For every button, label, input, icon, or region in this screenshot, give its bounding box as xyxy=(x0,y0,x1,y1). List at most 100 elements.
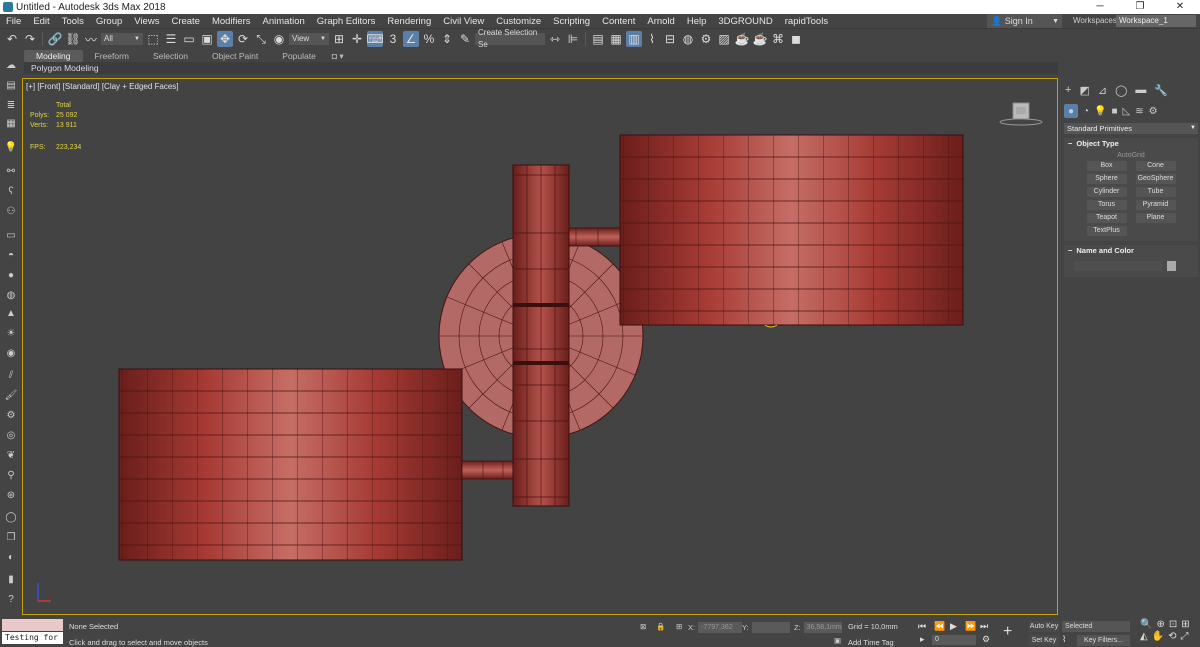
motion-tab-icon[interactable]: ◯ xyxy=(1115,84,1127,97)
key-mode-dropdown[interactable]: Selected xyxy=(1062,621,1130,632)
list-icon[interactable]: ≣ xyxy=(4,98,18,112)
absolute-mode-icon[interactable]: ⊞ xyxy=(676,622,682,631)
primitive-category-dropdown[interactable]: Standard Primitives ▼ xyxy=(1064,123,1198,134)
render-sphere-icon[interactable]: ◐ xyxy=(4,550,18,564)
auto-key-button[interactable]: Auto Key xyxy=(1029,621,1059,632)
sun-light-icon[interactable]: ☀ xyxy=(4,326,18,340)
cone-object-icon[interactable]: ▲ xyxy=(4,306,18,320)
curve-editor-icon[interactable]: ⌇ xyxy=(644,31,660,47)
menu-customize[interactable]: Customize xyxy=(490,16,547,27)
cone-button[interactable]: Cone xyxy=(1135,161,1176,171)
box-button[interactable]: Box xyxy=(1086,161,1127,171)
menu-content[interactable]: Content xyxy=(596,16,641,27)
autogrid-checkbox[interactable]: AutoGrid xyxy=(1064,150,1198,161)
pan-icon[interactable]: ✋ xyxy=(1152,631,1164,642)
systems-category-icon[interactable]: ⚙ xyxy=(1149,106,1158,117)
group-icon[interactable]: ⚇ xyxy=(4,204,18,218)
set-key-icon[interactable]: + xyxy=(1003,623,1012,641)
named-selection-set-dropdown[interactable]: Create Selection Se xyxy=(475,28,545,49)
torus-object-icon[interactable]: ◍ xyxy=(4,288,18,302)
percent-snap-icon[interactable]: % xyxy=(421,31,437,47)
keyboard-shortcut-override-icon[interactable]: ⌨ xyxy=(366,31,384,47)
ear-icon[interactable]: ʕ xyxy=(4,184,18,198)
lights-category-icon[interactable]: 💡 xyxy=(1094,106,1106,117)
hierarchy-tab-icon[interactable]: ⊿ xyxy=(1098,84,1107,97)
unlink-icon[interactable]: ⛓ xyxy=(65,31,81,47)
select-scale-icon[interactable]: ⤡ xyxy=(253,31,269,47)
brush-icon[interactable]: 🖌 xyxy=(4,388,18,402)
copy-icon[interactable]: ❐ xyxy=(4,530,18,544)
menu-group[interactable]: Group xyxy=(90,16,128,27)
object-type-header[interactable]: − Object Type xyxy=(1064,138,1198,150)
cylinder-button[interactable]: Cylinder xyxy=(1086,187,1127,197)
viewport-front[interactable]: [+] [Front] [Standard] [Clay + Edged Fac… xyxy=(22,78,1058,615)
play-icon[interactable]: ▶ xyxy=(950,621,957,632)
create-tab-icon[interactable]: + xyxy=(1065,84,1071,96)
menu-graph-editors[interactable]: Graph Editors xyxy=(311,16,382,27)
tab-selection[interactable]: Selection xyxy=(141,50,200,62)
modify-tab-icon[interactable]: ◩ xyxy=(1079,84,1089,97)
select-place-icon[interactable]: ◉ xyxy=(271,31,287,47)
maxscript-listener-output[interactable] xyxy=(2,619,63,631)
tab-freeform[interactable]: Freeform xyxy=(83,50,141,62)
pyramid-button[interactable]: Pyramid xyxy=(1135,200,1176,210)
fill-icon[interactable]: ▮ xyxy=(4,572,18,586)
target-icon[interactable]: ◉ xyxy=(4,346,18,360)
render-activeshade-icon[interactable]: ⌘ xyxy=(770,31,786,47)
select-object-icon[interactable]: ⬚ xyxy=(145,31,161,47)
pivot-center-icon[interactable]: ⊞ xyxy=(331,31,347,47)
viewport-label[interactable]: [+] [Front] [Standard] [Clay + Edged Fac… xyxy=(26,82,179,91)
object-name-field[interactable] xyxy=(1074,261,1162,271)
menu-rendering[interactable]: Rendering xyxy=(381,16,437,27)
time-config-icon[interactable]: ⚙ xyxy=(982,634,990,645)
default-in-out-tangent-icon[interactable]: ⌇ xyxy=(1062,634,1066,645)
scene-explorer-icon[interactable]: ▤ xyxy=(590,31,606,47)
cameras-category-icon[interactable]: ■ xyxy=(1112,106,1118,117)
key-mode-icon[interactable]: ▸ xyxy=(920,634,925,645)
plane-button[interactable]: Plane xyxy=(1135,213,1176,223)
go-to-start-icon[interactable]: ⏮ xyxy=(918,621,926,632)
new-scene-icon[interactable]: ▤ xyxy=(4,78,18,92)
object-color-swatch[interactable] xyxy=(1167,261,1176,271)
menu-animation[interactable]: Animation xyxy=(257,16,311,27)
sign-in-dropdown[interactable]: 👤 Sign In ▼ xyxy=(987,14,1062,28)
material-ball-icon[interactable]: ◯ xyxy=(4,510,18,524)
schematic-view-icon[interactable]: ⊟ xyxy=(662,31,678,47)
menu-arnold[interactable]: Arnold xyxy=(641,16,680,27)
stairs-icon[interactable]: ⫽ xyxy=(4,368,18,382)
redo-icon[interactable]: ↷ xyxy=(22,31,38,47)
cylinder-left[interactable] xyxy=(118,368,463,561)
sphere-object-icon[interactable]: ● xyxy=(4,268,18,282)
menu-tools[interactable]: Tools xyxy=(56,16,90,27)
plane-object-icon[interactable]: ▭ xyxy=(4,228,18,242)
geosphere-button[interactable]: GeoSphere xyxy=(1135,174,1176,184)
shapes-category-icon[interactable]: ◔ xyxy=(1083,106,1089,117)
rendered-frame-window-icon[interactable]: ▨ xyxy=(716,31,732,47)
orbit-icon[interactable]: ⟲ xyxy=(1168,631,1176,642)
menu-help[interactable]: Help xyxy=(681,16,713,27)
material-editor-icon[interactable]: ◍ xyxy=(680,31,696,47)
render-setup-icon[interactable]: ⚙ xyxy=(698,31,714,47)
undo-icon[interactable]: ↶ xyxy=(4,31,20,47)
helpers-category-icon[interactable]: ◺ xyxy=(1123,106,1131,117)
menu-civil-view[interactable]: Civil View xyxy=(437,16,490,27)
ribbon-panel-polygon-modeling[interactable]: Polygon Modeling xyxy=(24,62,1058,74)
vertical-pole[interactable] xyxy=(512,164,570,507)
zoom-icon[interactable]: 🔍 xyxy=(1140,619,1152,630)
tab-modeling[interactable]: Modeling xyxy=(24,50,83,62)
menu-3dground[interactable]: 3DGROUND xyxy=(712,16,778,27)
y-field[interactable] xyxy=(751,622,790,633)
textplus-button[interactable]: TextPlus xyxy=(1086,226,1127,236)
cylinder-right[interactable] xyxy=(619,134,964,326)
cloud-icon[interactable]: ☁ xyxy=(4,58,18,72)
ribbon-options-icon[interactable]: ◘ ▾ xyxy=(328,50,348,62)
current-frame-field[interactable]: 0 xyxy=(932,635,976,645)
sphere-button[interactable]: Sphere xyxy=(1086,174,1127,184)
animal-icon[interactable]: ⚲ xyxy=(4,468,18,482)
key-filters-button[interactable]: Key Filters... xyxy=(1077,635,1130,646)
help-icon[interactable]: ? xyxy=(4,592,18,606)
selection-filter-dropdown[interactable]: All ▼ xyxy=(101,33,143,45)
snaps-toggle-icon[interactable]: 3 xyxy=(385,31,401,47)
teapot-button[interactable]: Teapot xyxy=(1086,213,1127,223)
geometry-category-icon[interactable]: ● xyxy=(1064,104,1078,118)
